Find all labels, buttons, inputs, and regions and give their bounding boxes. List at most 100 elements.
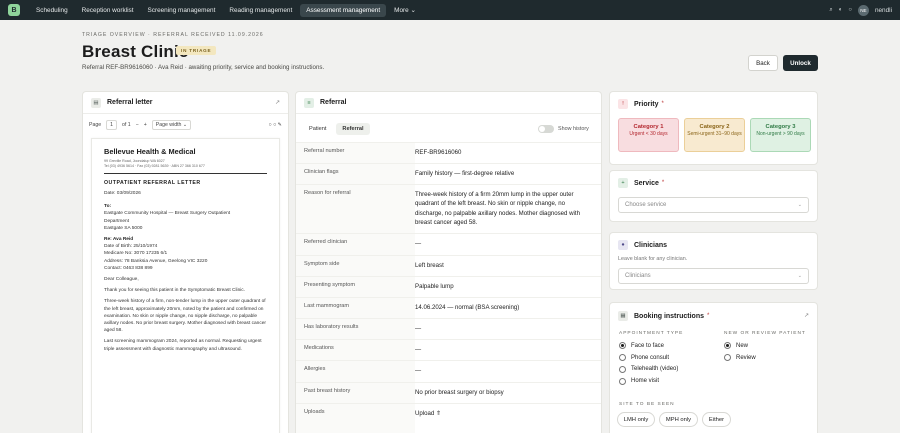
field-value[interactable]: — xyxy=(415,340,601,360)
radio-phone-consult[interactable]: Phone consult xyxy=(619,352,678,364)
calendar-icon: ▦ xyxy=(618,311,628,321)
appointment-type-label: APPOINTMENT TYPE xyxy=(619,331,684,336)
clinicians-header: ● Clinicians xyxy=(618,240,667,250)
field-row: Medications — xyxy=(296,339,601,360)
zoom-out-button[interactable]: − xyxy=(136,122,139,128)
field-value[interactable]: 14.06.2024 — normal (BSA screening) xyxy=(415,298,601,318)
field-value[interactable]: Three-week history of a firm 20mm lump i… xyxy=(415,185,601,233)
panel-header: ≡ Referral xyxy=(296,92,601,114)
required-marker: * xyxy=(661,101,664,107)
radio-dot[interactable] xyxy=(724,342,731,350)
radio-dot[interactable] xyxy=(724,354,731,362)
field-value[interactable]: No prior breast surgery or biopsy xyxy=(415,383,601,403)
avatar[interactable]: NE xyxy=(857,4,869,16)
radio-home-visit[interactable]: Home visit xyxy=(619,375,678,387)
search-icon[interactable]: ⌕ xyxy=(829,7,832,14)
expand-icon[interactable]: ↗ xyxy=(804,312,809,319)
tab-patient[interactable]: Patient xyxy=(303,123,332,135)
clinicians-select[interactable]: Clinicians ⌄ xyxy=(618,268,809,284)
field-value[interactable]: Left breast xyxy=(415,256,601,276)
app-logo[interactable]: B xyxy=(8,4,20,16)
nav-item-screening-management[interactable]: Screening management xyxy=(141,4,221,17)
field-row: Reason for referral Three-week history o… xyxy=(296,184,601,233)
letter-paragraph: Last screening mammogram 2024, reported … xyxy=(104,339,262,352)
field-row: Has laboratory results — xyxy=(296,318,601,339)
to-line: Eastgate SA 5000 xyxy=(104,225,143,231)
radio-dot[interactable] xyxy=(619,342,626,350)
booking-header: ▦ Booking instructions * xyxy=(618,311,709,321)
category-name: Category 3 xyxy=(765,124,796,130)
unlock-button[interactable]: Unlock xyxy=(783,55,818,71)
letter-greeting: Dear Colleague, xyxy=(104,277,139,283)
history-switch[interactable] xyxy=(538,125,554,133)
re-label: Re: Ava Reid xyxy=(104,237,134,243)
nav-item-assessment-management[interactable]: Assessment management xyxy=(300,3,387,17)
site-label: SITE TO BE SEEN xyxy=(619,402,675,407)
field-value[interactable]: — xyxy=(415,361,601,382)
nav-item-scheduling[interactable]: Scheduling xyxy=(30,4,74,17)
radio-review[interactable]: Review xyxy=(724,352,756,364)
radio-new[interactable]: New xyxy=(724,340,756,352)
show-history-toggle[interactable]: Show history xyxy=(538,125,589,133)
radio-label: Phone consult xyxy=(631,354,670,361)
radio-face-to-face[interactable]: Face to face xyxy=(619,340,678,352)
panel-header: ▤ Referral letter ↗ xyxy=(83,92,288,114)
site-either-button[interactable]: Either xyxy=(702,412,731,427)
tab-referral[interactable]: Referral xyxy=(336,123,370,135)
page-input[interactable]: 1 xyxy=(106,120,118,130)
category-3-option[interactable]: Category 3 Non-urgent > 90 days xyxy=(750,118,811,152)
field-label: Symptom side xyxy=(296,256,415,276)
chevron-down-icon: ⌄ xyxy=(797,273,802,279)
radio-dot[interactable] xyxy=(619,377,626,385)
radio-dot[interactable] xyxy=(619,354,626,362)
nav-item-reception-worklist[interactable]: Reception worklist xyxy=(76,4,140,17)
nav-item-reading-management[interactable]: Reading management xyxy=(223,4,298,17)
field-label: Past breast history xyxy=(296,383,415,403)
field-label: Allergies xyxy=(296,361,415,382)
field-value[interactable]: — xyxy=(415,234,601,255)
letter-paragraph: Three-week history of a firm, non-tender… xyxy=(104,299,267,334)
referral-letter-panel: ▤ Referral letter ↗ Page 1 of 1 − + Page… xyxy=(82,91,289,433)
radio-telehealth[interactable]: Telehealth (video) xyxy=(619,364,678,376)
site-lmh-button[interactable]: LMH only xyxy=(617,412,655,427)
to-line: Eastgate Community Hospital — Breast Sur… xyxy=(104,211,231,217)
field-value[interactable]: Family history — first-degree relative xyxy=(415,164,601,184)
field-value[interactable]: — xyxy=(415,319,601,339)
back-button[interactable]: Back xyxy=(748,55,778,71)
zoom-select[interactable]: Page width ⌄ xyxy=(151,120,192,130)
radio-label: Telehealth (video) xyxy=(631,366,679,373)
field-value[interactable]: REF-BR9616060 xyxy=(415,143,601,163)
re-line: Date of Birth: 25/10/1974 xyxy=(104,244,158,250)
breadcrumb: TRIAGE OVERVIEW · REFERRAL RECEIVED 11.0… xyxy=(82,32,264,38)
page-subtitle: Referral REF-BR9616060 · Ava Reid · awai… xyxy=(82,64,325,71)
nav-item-more[interactable]: More ⌄ xyxy=(388,3,422,17)
radio-label: Review xyxy=(736,354,756,361)
radio-label: Home visit xyxy=(631,378,660,385)
service-placeholder: Choose service xyxy=(625,202,667,208)
re-line: Contact: 0463 838 899 xyxy=(104,265,153,271)
patient-type-group: New Review xyxy=(724,340,756,364)
radio-label: Face to face xyxy=(631,342,665,349)
field-row: Uploads Upload ⇑ xyxy=(296,403,601,433)
help-icon[interactable]: ○ xyxy=(848,7,852,13)
expand-icon[interactable]: ↗ xyxy=(275,99,280,106)
clinicians-hint: Leave blank for any clinician. xyxy=(618,256,688,262)
upload-button[interactable]: Upload ⇑ xyxy=(415,404,601,433)
field-row: Referred clinician — xyxy=(296,233,601,255)
user-name[interactable]: nendli xyxy=(875,7,892,14)
patient-type-label: NEW OR REVIEW PATIENT xyxy=(724,331,806,336)
field-label: Uploads xyxy=(296,404,415,433)
field-value[interactable]: Palpable lump xyxy=(415,277,601,297)
document-icon: ▤ xyxy=(91,97,101,108)
radio-dot[interactable] xyxy=(619,365,626,373)
zoom-in-button[interactable]: + xyxy=(144,122,147,128)
settings-icon[interactable]: ◐ xyxy=(839,7,843,13)
field-label: Referral number xyxy=(296,143,415,163)
category-2-option[interactable]: Category 2 Semi-urgent 31–90 days xyxy=(684,118,745,152)
category-1-option[interactable]: Category 1 Urgent < 30 days xyxy=(618,118,679,152)
category-desc: Non-urgent > 90 days xyxy=(756,131,805,137)
site-mph-button[interactable]: MPH only xyxy=(659,412,698,427)
toolbar-icons[interactable]: ○ ○ ✎ xyxy=(269,122,283,128)
service-select[interactable]: Choose service ⌄ xyxy=(618,197,809,213)
field-row: Last mammogram 14.06.2024 — normal (BSA … xyxy=(296,297,601,318)
